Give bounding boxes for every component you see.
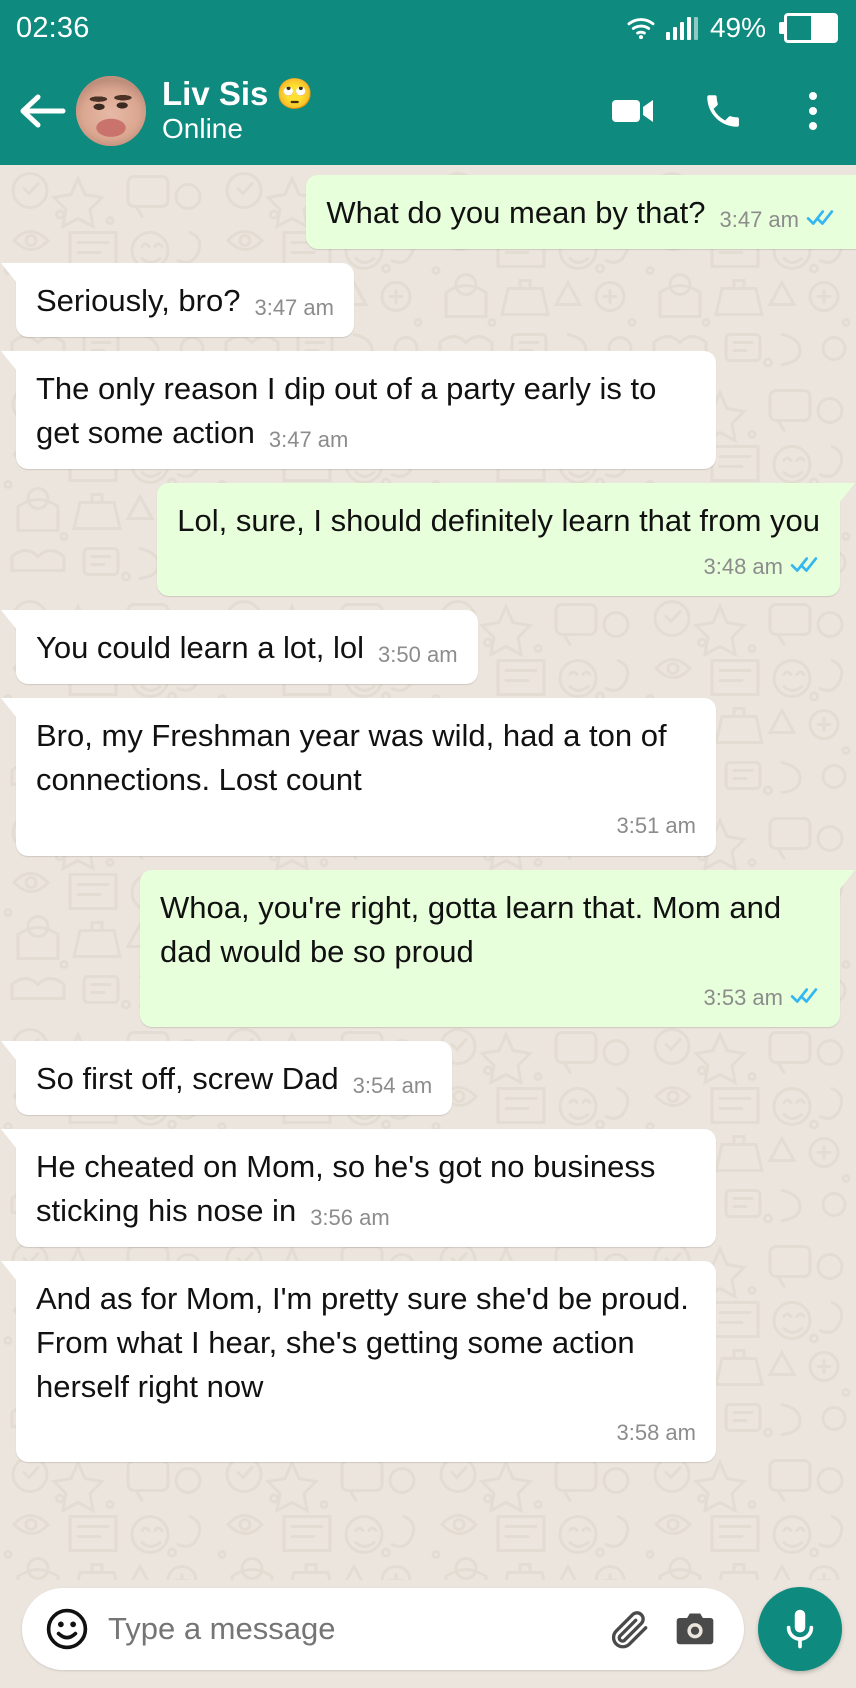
message-text: And as for Mom, I'm pretty sure she'd be… bbox=[36, 1280, 689, 1404]
read-receipt-double-check-icon bbox=[806, 204, 836, 235]
wifi-icon bbox=[626, 16, 656, 40]
contact-info[interactable]: Liv Sis 🙄 Online bbox=[162, 74, 314, 145]
message-text: Lol, sure, I should definitely learn tha… bbox=[177, 503, 820, 539]
incoming-message-bubble[interactable]: And as for Mom, I'm pretty sure she'd be… bbox=[1, 1260, 716, 1463]
message-timestamp: 3:50 am bbox=[378, 642, 458, 668]
back-arrow-icon[interactable] bbox=[14, 83, 70, 139]
incoming-message-bubble[interactable]: You could learn a lot, lol 3:50 am bbox=[1, 610, 478, 685]
message-meta: 3:54 am bbox=[353, 1070, 433, 1101]
message-timestamp: 3:56 am bbox=[310, 1204, 390, 1230]
message-timestamp: 3:48 am bbox=[703, 554, 784, 580]
incoming-message-bubble[interactable]: He cheated on Mom, so he's got no busine… bbox=[1, 1128, 716, 1247]
message-row: Seriously, bro? 3:47 am bbox=[1, 263, 840, 338]
chat-message-area[interactable]: What do you mean by that? 3:47 am Seriousl… bbox=[0, 165, 856, 1580]
message-text: Bro, my Freshman year was wild, had a to… bbox=[36, 718, 667, 798]
message-timestamp: 3:51 am bbox=[616, 813, 697, 839]
read-receipt-double-check-icon bbox=[790, 551, 820, 582]
incoming-message-bubble[interactable]: So first off, screw Dad 3:54 am bbox=[0, 1040, 453, 1115]
message-meta: 3:50 am bbox=[378, 639, 458, 670]
message-timestamp: 3:54 am bbox=[352, 1072, 433, 1098]
video-call-icon[interactable] bbox=[610, 88, 656, 134]
message-meta: 3:58 am bbox=[36, 1417, 697, 1448]
cellular-signal-icon bbox=[665, 16, 698, 40]
message-timestamp: 3:47 am bbox=[719, 207, 800, 232]
outgoing-message-bubble[interactable]: Whoa, you're right, gotta learn that. Mo… bbox=[140, 869, 855, 1027]
microphone-icon[interactable] bbox=[758, 1587, 842, 1671]
outgoing-message-bubble[interactable]: What do you mean by that? 3:47 am bbox=[306, 175, 856, 250]
camera-icon[interactable] bbox=[672, 1606, 718, 1652]
status-bar-clock: 02:36 bbox=[16, 11, 90, 44]
message-row: He cheated on Mom, so he's got no busine… bbox=[1, 1128, 840, 1247]
message-input-bar bbox=[0, 1580, 856, 1688]
overflow-menu-icon[interactable] bbox=[790, 88, 836, 134]
message-meta: 3:47 am bbox=[269, 424, 349, 455]
message-row: You could learn a lot, lol 3:50 am bbox=[1, 610, 840, 685]
message-row: Whoa, you're right, gotta learn that. Mo… bbox=[16, 869, 855, 1027]
paperclip-attach-icon[interactable] bbox=[608, 1606, 654, 1652]
message-list: What do you mean by that? 3:47 am Seriousl… bbox=[0, 175, 856, 1476]
avatar-image bbox=[76, 75, 146, 146]
message-text: You could learn a lot, lol bbox=[36, 630, 365, 666]
message-meta: 3:47 am bbox=[720, 204, 837, 235]
phone-call-icon[interactable] bbox=[700, 88, 746, 134]
outgoing-message-bubble[interactable]: Lol, sure, I should definitely learn tha… bbox=[157, 483, 855, 597]
message-meta: 3:56 am bbox=[310, 1202, 390, 1233]
message-meta: 3:53 am bbox=[160, 982, 820, 1013]
message-row: The only reason I dip out of a party ear… bbox=[1, 351, 840, 470]
message-row: What do you mean by that? 3:47 am bbox=[16, 175, 856, 250]
message-row: Lol, sure, I should definitely learn tha… bbox=[16, 483, 855, 597]
status-bar-indicators: 49% bbox=[626, 12, 838, 44]
contact-online-status: Online bbox=[162, 113, 243, 145]
eye-roll-emoji-icon: 🙄 bbox=[276, 77, 314, 111]
message-input-pill[interactable] bbox=[22, 1588, 744, 1670]
message-timestamp: 3:47 am bbox=[268, 427, 349, 453]
battery-icon bbox=[784, 13, 838, 43]
message-text-input[interactable] bbox=[108, 1611, 590, 1647]
incoming-message-bubble[interactable]: Seriously, bro? 3:47 am bbox=[1, 263, 354, 338]
read-receipt-double-check-icon bbox=[790, 982, 820, 1013]
message-row: And as for Mom, I'm pretty sure she'd be… bbox=[1, 1260, 840, 1463]
message-text: What do you mean by that? bbox=[326, 195, 706, 230]
message-timestamp: 3:58 am bbox=[616, 1419, 697, 1445]
battery-percent-label: 49% bbox=[709, 12, 766, 43]
incoming-message-bubble[interactable]: The only reason I dip out of a party ear… bbox=[1, 351, 716, 470]
status-bar: 02:36 49% bbox=[0, 0, 856, 56]
message-row: Bro, my Freshman year was wild, had a to… bbox=[1, 698, 840, 856]
message-text: So first off, screw Dad bbox=[36, 1060, 339, 1096]
header-action-buttons bbox=[610, 88, 836, 134]
message-meta: 3:51 am bbox=[36, 810, 697, 841]
incoming-message-bubble[interactable]: Bro, my Freshman year was wild, had a to… bbox=[1, 698, 716, 856]
message-meta: 3:48 am bbox=[177, 551, 820, 582]
message-timestamp: 3:53 am bbox=[703, 984, 784, 1010]
message-text: Whoa, you're right, gotta learn that. Mo… bbox=[160, 889, 782, 969]
message-text: Seriously, bro? bbox=[36, 283, 241, 319]
message-row: So first off, screw Dad 3:54 am bbox=[0, 1040, 840, 1115]
whatsapp-chat-screen: 02:36 49% Liv Sis 🙄 Online What do you m… bbox=[0, 0, 856, 1688]
message-meta: 3:47 am bbox=[254, 292, 334, 323]
message-timestamp: 3:47 am bbox=[254, 295, 334, 321]
contact-name-text: Liv Sis bbox=[162, 74, 269, 112]
contact-name: Liv Sis 🙄 bbox=[162, 74, 314, 112]
contact-avatar[interactable] bbox=[76, 75, 146, 146]
emoji-smiley-icon[interactable] bbox=[44, 1606, 90, 1652]
chat-header: Liv Sis 🙄 Online bbox=[0, 56, 856, 165]
